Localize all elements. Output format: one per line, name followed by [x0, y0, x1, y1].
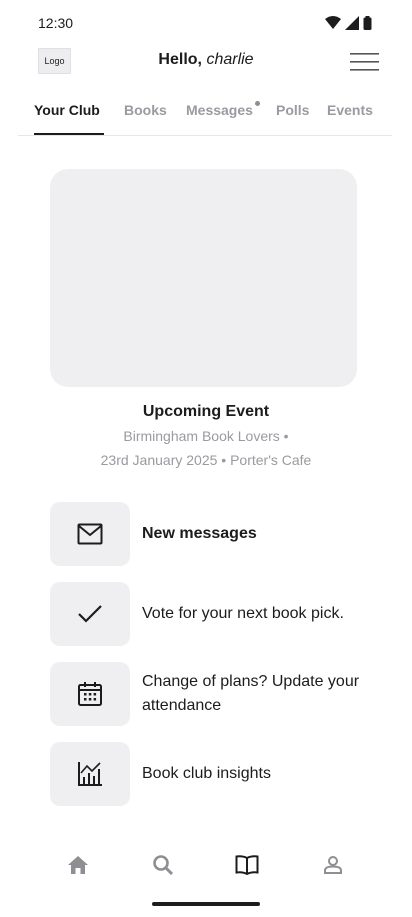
nav-home[interactable]	[66, 853, 90, 877]
nav-search[interactable]	[151, 853, 175, 877]
notification-dot	[255, 101, 260, 106]
status-bar: 12:30	[0, 0, 412, 48]
tab-books[interactable]: Books	[124, 102, 167, 118]
event-image-placeholder[interactable]	[50, 169, 357, 387]
menu-button[interactable]	[350, 50, 380, 74]
hamburger-icon	[350, 53, 379, 71]
action-vote[interactable]: Vote for your next book pick.	[50, 582, 390, 646]
action-insights[interactable]: Book club insights	[50, 742, 390, 806]
app-header: Logo Hello, charlie	[0, 44, 412, 80]
tab-polls[interactable]: Polls	[276, 102, 309, 118]
status-time: 12:30	[38, 15, 74, 31]
calendar-icon	[78, 682, 102, 706]
event-title: Upcoming Event	[142, 403, 270, 420]
book-icon	[235, 855, 259, 875]
status-icons	[325, 16, 372, 30]
home-icon	[68, 856, 88, 874]
action-label: Book club insights	[142, 765, 271, 782]
active-tab-indicator	[34, 133, 104, 135]
action-label: New messages	[142, 525, 257, 542]
bottom-nav	[0, 845, 412, 885]
signal-icon	[345, 16, 359, 30]
tab-your-club[interactable]: Your Club	[34, 102, 100, 118]
tab-bar: Your Club Books Messages Polls Events	[18, 92, 392, 136]
check-icon	[78, 605, 102, 623]
greeting-text: Hello,	[158, 51, 202, 68]
tab-events[interactable]: Events	[327, 102, 373, 118]
action-label: Vote for your next book pick.	[142, 605, 344, 622]
profile-icon	[324, 856, 342, 874]
battery-icon	[363, 16, 372, 30]
action-update-attendance[interactable]: Change of plans? Update your attendance	[50, 662, 390, 726]
home-indicator	[152, 902, 260, 906]
event-details: 23rd January 2025 • Porter's Cafe	[100, 452, 312, 468]
chart-icon	[78, 762, 102, 786]
tab-messages[interactable]: Messages	[186, 102, 253, 118]
search-icon	[153, 855, 174, 876]
event-club: Birmingham Book Lovers •	[123, 428, 289, 444]
action-new-messages[interactable]: New messages	[50, 502, 390, 566]
mail-icon	[77, 523, 103, 545]
wifi-icon	[325, 16, 341, 29]
user-name: charlie	[206, 51, 254, 68]
nav-books[interactable]	[235, 853, 259, 877]
nav-profile[interactable]	[321, 853, 345, 877]
action-label: Change of plans? Update your attendance	[142, 673, 360, 714]
